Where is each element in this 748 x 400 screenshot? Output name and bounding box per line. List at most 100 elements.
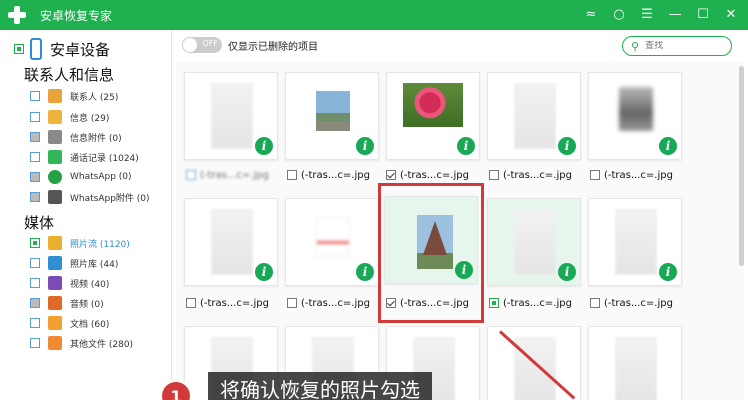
show-deleted-toggle[interactable]: OFF (182, 37, 222, 53)
sidebar-item-label: 联系人 (25) (70, 92, 119, 103)
file-name[interactable]: (-tras...c=.jpg (186, 168, 269, 182)
file-name-label: (-tras...c=.jpg (604, 169, 673, 181)
photo-thumbnail (211, 209, 253, 275)
sidebar-item-call-log[interactable]: 通话记录 (1024) (30, 149, 139, 165)
file-checkbox[interactable] (489, 170, 499, 180)
call-log-icon (48, 150, 62, 164)
chat-icon[interactable]: ○ (612, 0, 626, 30)
file-checkbox[interactable] (489, 298, 499, 308)
sidebar-item-video[interactable]: 视频 (40) (30, 275, 109, 291)
file-checkbox[interactable] (186, 298, 196, 308)
photo-tile[interactable]: i (487, 72, 581, 160)
wifi-icon[interactable]: ≈ (584, 0, 598, 30)
sidebar-item-message-attachments[interactable]: 信息附件 (0) (30, 129, 122, 145)
info-icon[interactable]: i (558, 137, 576, 155)
photo-tile[interactable]: i (386, 72, 480, 160)
file-name[interactable]: (-tras...c=.jpg (287, 168, 370, 182)
photo-thumbnail (514, 209, 556, 275)
menu-icon[interactable]: ☰ (640, 0, 654, 30)
info-icon[interactable]: i (255, 263, 273, 281)
sidebar-item-label: 视频 (40) (70, 279, 110, 290)
sidebar: 安卓设备 联系人和信息 联系人 (25) 信息 (29) 信息附件 (0) 通话… (0, 30, 172, 400)
info-icon[interactable]: i (255, 137, 273, 155)
device-row[interactable]: 安卓设备 (14, 38, 110, 60)
sidebar-item-messages[interactable]: 信息 (29) (30, 109, 109, 125)
sidebar-item-photo-library[interactable]: 照片库 (44) (30, 255, 118, 271)
info-icon[interactable]: i (659, 137, 677, 155)
sidebar-item-label: 信息 (29) (70, 113, 110, 124)
file-name-label: (-tras...c=.jpg (503, 169, 572, 181)
photo-tile[interactable]: i (285, 198, 379, 286)
photo-thumbnail (403, 83, 463, 127)
device-label: 安卓设备 (50, 40, 111, 59)
file-checkbox[interactable] (287, 298, 297, 308)
photo-tile[interactable]: i (285, 72, 379, 160)
app-title: 安卓恢复专家 (40, 8, 113, 23)
sidebar-item-label: WhatsApp附件 (0) (70, 193, 150, 204)
file-name-label: (-tras...c=.jpg (604, 297, 673, 309)
item-checkbox[interactable] (30, 338, 40, 348)
info-icon[interactable]: i (457, 137, 475, 155)
info-icon[interactable]: i (356, 263, 374, 281)
close-icon[interactable]: ✕ (724, 0, 738, 30)
sidebar-item-documents[interactable]: 文档 (60) (30, 315, 109, 331)
photo-tile[interactable]: i (184, 198, 278, 286)
file-name[interactable]: (-tras...c=.jpg (590, 168, 673, 182)
sidebar-item-label: 照片流 (1120) (70, 239, 130, 250)
sidebar-item-other-files[interactable]: 其他文件 (280) (30, 335, 133, 351)
file-checkbox[interactable] (590, 298, 600, 308)
item-checkbox[interactable] (30, 298, 40, 308)
device-checkbox[interactable] (14, 44, 24, 54)
file-checkbox[interactable] (186, 170, 196, 180)
item-checkbox[interactable] (30, 278, 40, 288)
minimize-icon[interactable]: — (668, 0, 682, 30)
phone-icon (30, 38, 42, 60)
item-checkbox[interactable] (30, 318, 40, 328)
info-icon[interactable]: i (659, 263, 677, 281)
photo-tile[interactable]: i (184, 72, 278, 160)
sidebar-item-whatsapp-attachments[interactable]: WhatsApp附件 (0) (30, 189, 150, 205)
item-checkbox[interactable] (30, 112, 40, 122)
file-name[interactable]: (-tras...c=.jpg (186, 296, 269, 310)
photo-thumbnail (615, 209, 657, 275)
info-icon[interactable]: i (356, 137, 374, 155)
documents-icon (48, 316, 62, 330)
file-name[interactable]: (-tras...c=.jpg (489, 168, 572, 182)
file-name[interactable]: (-tras...c=.jpg (287, 296, 370, 310)
file-checkbox[interactable] (386, 170, 396, 180)
item-checkbox[interactable] (30, 238, 40, 248)
sidebar-item-contacts[interactable]: 联系人 (25) (30, 88, 118, 104)
item-checkbox[interactable] (30, 172, 40, 182)
scrollbar[interactable] (739, 66, 744, 266)
item-checkbox[interactable] (30, 258, 40, 268)
info-icon[interactable]: i (558, 263, 576, 281)
photo-tile[interactable]: i (588, 198, 682, 286)
file-checkbox[interactable] (287, 170, 297, 180)
item-checkbox[interactable] (30, 91, 40, 101)
item-checkbox[interactable] (30, 152, 40, 162)
sidebar-item-audio[interactable]: 音频 (0) (30, 295, 104, 311)
sidebar-item-label: 音频 (0) (70, 299, 104, 310)
attachment-icon (48, 130, 62, 144)
photo-tile[interactable]: i (588, 72, 682, 160)
file-name[interactable]: (-tras...c=.jpg (489, 296, 572, 310)
messages-icon (48, 110, 62, 124)
search-box[interactable]: ⚲ (622, 36, 732, 56)
file-name[interactable]: (-tras...c=.jpg (386, 168, 469, 182)
photo-tile[interactable]: i (487, 198, 581, 286)
search-input[interactable] (645, 41, 716, 51)
sidebar-item-label: 信息附件 (0) (70, 133, 122, 144)
sidebar-item-label: 文档 (60) (70, 319, 110, 330)
photo-tile[interactable] (588, 326, 682, 400)
group-title-media: 媒体 (24, 214, 55, 232)
sidebar-item-photo-stream[interactable]: 照片流 (1120) (30, 235, 130, 251)
file-checkbox[interactable] (590, 170, 600, 180)
sidebar-item-label: 其他文件 (280) (70, 339, 134, 350)
photo-thumbnail (316, 91, 350, 131)
title-bar: 安卓恢复专家 ≈ ○ ☰ — ☐ ✕ (0, 0, 748, 30)
item-checkbox[interactable] (30, 132, 40, 142)
maximize-icon[interactable]: ☐ (696, 0, 710, 30)
file-name[interactable]: (-tras...c=.jpg (590, 296, 673, 310)
item-checkbox[interactable] (30, 192, 40, 202)
sidebar-item-whatsapp[interactable]: WhatsApp (0) (30, 169, 132, 185)
